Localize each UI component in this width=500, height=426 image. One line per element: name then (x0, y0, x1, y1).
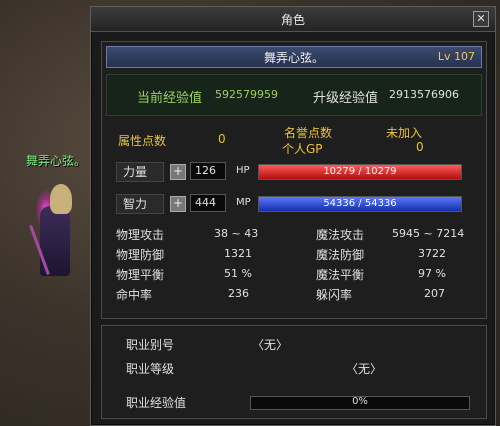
job-exp-label: 职业经验值 (126, 396, 187, 410)
mag-defense-label: 魔法防御 (316, 248, 365, 262)
job-panel: 职业别号 〈无〉 职业等级 〈无〉 职业经验值 0% (101, 325, 487, 419)
attribute-points-value: 0 (218, 132, 226, 146)
phys-attack-label: 物理攻击 (116, 228, 165, 242)
window-title: 角色 (280, 13, 305, 27)
guild-status: 未加入 (386, 126, 423, 140)
job-grade-label: 职业等级 (126, 362, 175, 376)
mag-attack-label: 魔法攻击 (316, 228, 365, 242)
close-button[interactable]: ✕ (473, 11, 489, 27)
current-exp-value: 592579959 (215, 88, 278, 101)
personal-gp-label: 个人GP (282, 142, 323, 156)
current-exp-label: 当前经验值 (137, 91, 203, 106)
hit-rate-value: 236 (228, 287, 249, 300)
character-sprite[interactable] (29, 176, 80, 284)
mag-attack-value: 5945 ~ 7214 (392, 227, 465, 240)
dodge-rate-value: 207 (424, 287, 445, 300)
character-info-panel: 舞弄心弦。 Lv 107 当前经验值 592579959 升级经验值 29135… (101, 41, 487, 319)
hp-label: HP (236, 165, 250, 176)
stats-area: 属性点数 0 名誉点数 未加入 个人GP 0 力量 + 126 HP 10279… (106, 122, 480, 308)
character-name-bar: 舞弄心弦。 Lv 107 (106, 46, 482, 68)
intellect-value: 444 (190, 194, 226, 212)
strength-label: 力量 (116, 162, 164, 182)
job-exp-bar: 0% (250, 396, 470, 410)
mag-defense-value: 3722 (418, 247, 446, 260)
job-alias-value: 〈无〉 (252, 338, 289, 352)
experience-box: 当前经验值 592579959 升级经验值 2913576906 (106, 74, 482, 116)
strength-value: 126 (190, 162, 226, 180)
levelup-exp-label: 升级经验值 (313, 91, 379, 106)
phys-balance-label: 物理平衡 (116, 268, 165, 282)
intellect-label: 智力 (116, 194, 164, 214)
phys-attack-value: 38 ~ 43 (214, 227, 259, 240)
job-alias-label: 职业别号 (126, 338, 175, 352)
hp-text: 10279 / 10279 (323, 166, 397, 177)
personal-gp-value: 0 (416, 140, 424, 154)
hp-bar: 10279 / 10279 (258, 164, 462, 180)
mp-label: MP (236, 197, 251, 208)
attribute-points-label: 属性点数 (118, 134, 167, 148)
intellect-plus-button[interactable]: + (170, 196, 186, 212)
mag-balance-label: 魔法平衡 (316, 268, 365, 282)
phys-balance-value: 51 % (224, 267, 252, 280)
window-titlebar[interactable]: 角色 ✕ (91, 7, 495, 32)
phys-defense-value: 1321 (224, 247, 252, 260)
character-level: Lv 107 (437, 50, 475, 63)
fame-points-label: 名誉点数 (284, 126, 333, 140)
levelup-exp-value: 2913576906 (389, 88, 459, 101)
character-window: 角色 ✕ 舞弄心弦。 Lv 107 当前经验值 592579959 升级经验值 … (90, 6, 496, 426)
character-hair (50, 184, 72, 214)
character-name: 舞弄心弦。 (263, 51, 324, 65)
dodge-rate-label: 躲闪率 (316, 288, 353, 302)
job-grade-value: 〈无〉 (346, 362, 383, 376)
hit-rate-label: 命中率 (116, 288, 153, 302)
character-name-tag: 舞弄心弦。 (26, 154, 87, 168)
mp-bar: 54336 / 54336 (258, 196, 462, 212)
mag-balance-value: 97 % (418, 267, 446, 280)
mp-text: 54336 / 54336 (323, 198, 397, 209)
strength-plus-button[interactable]: + (170, 164, 186, 180)
phys-defense-label: 物理防御 (116, 248, 165, 262)
job-exp-text: 0% (352, 396, 368, 407)
